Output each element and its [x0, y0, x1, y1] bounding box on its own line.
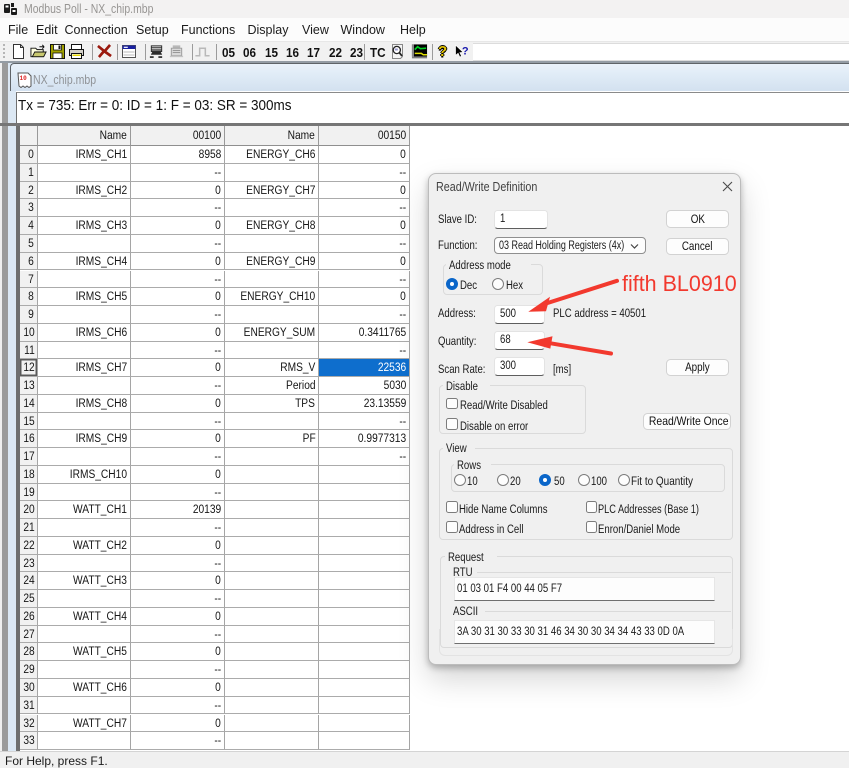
svg-text:10: 10 [20, 75, 28, 82]
svg-text:?: ? [462, 45, 469, 57]
